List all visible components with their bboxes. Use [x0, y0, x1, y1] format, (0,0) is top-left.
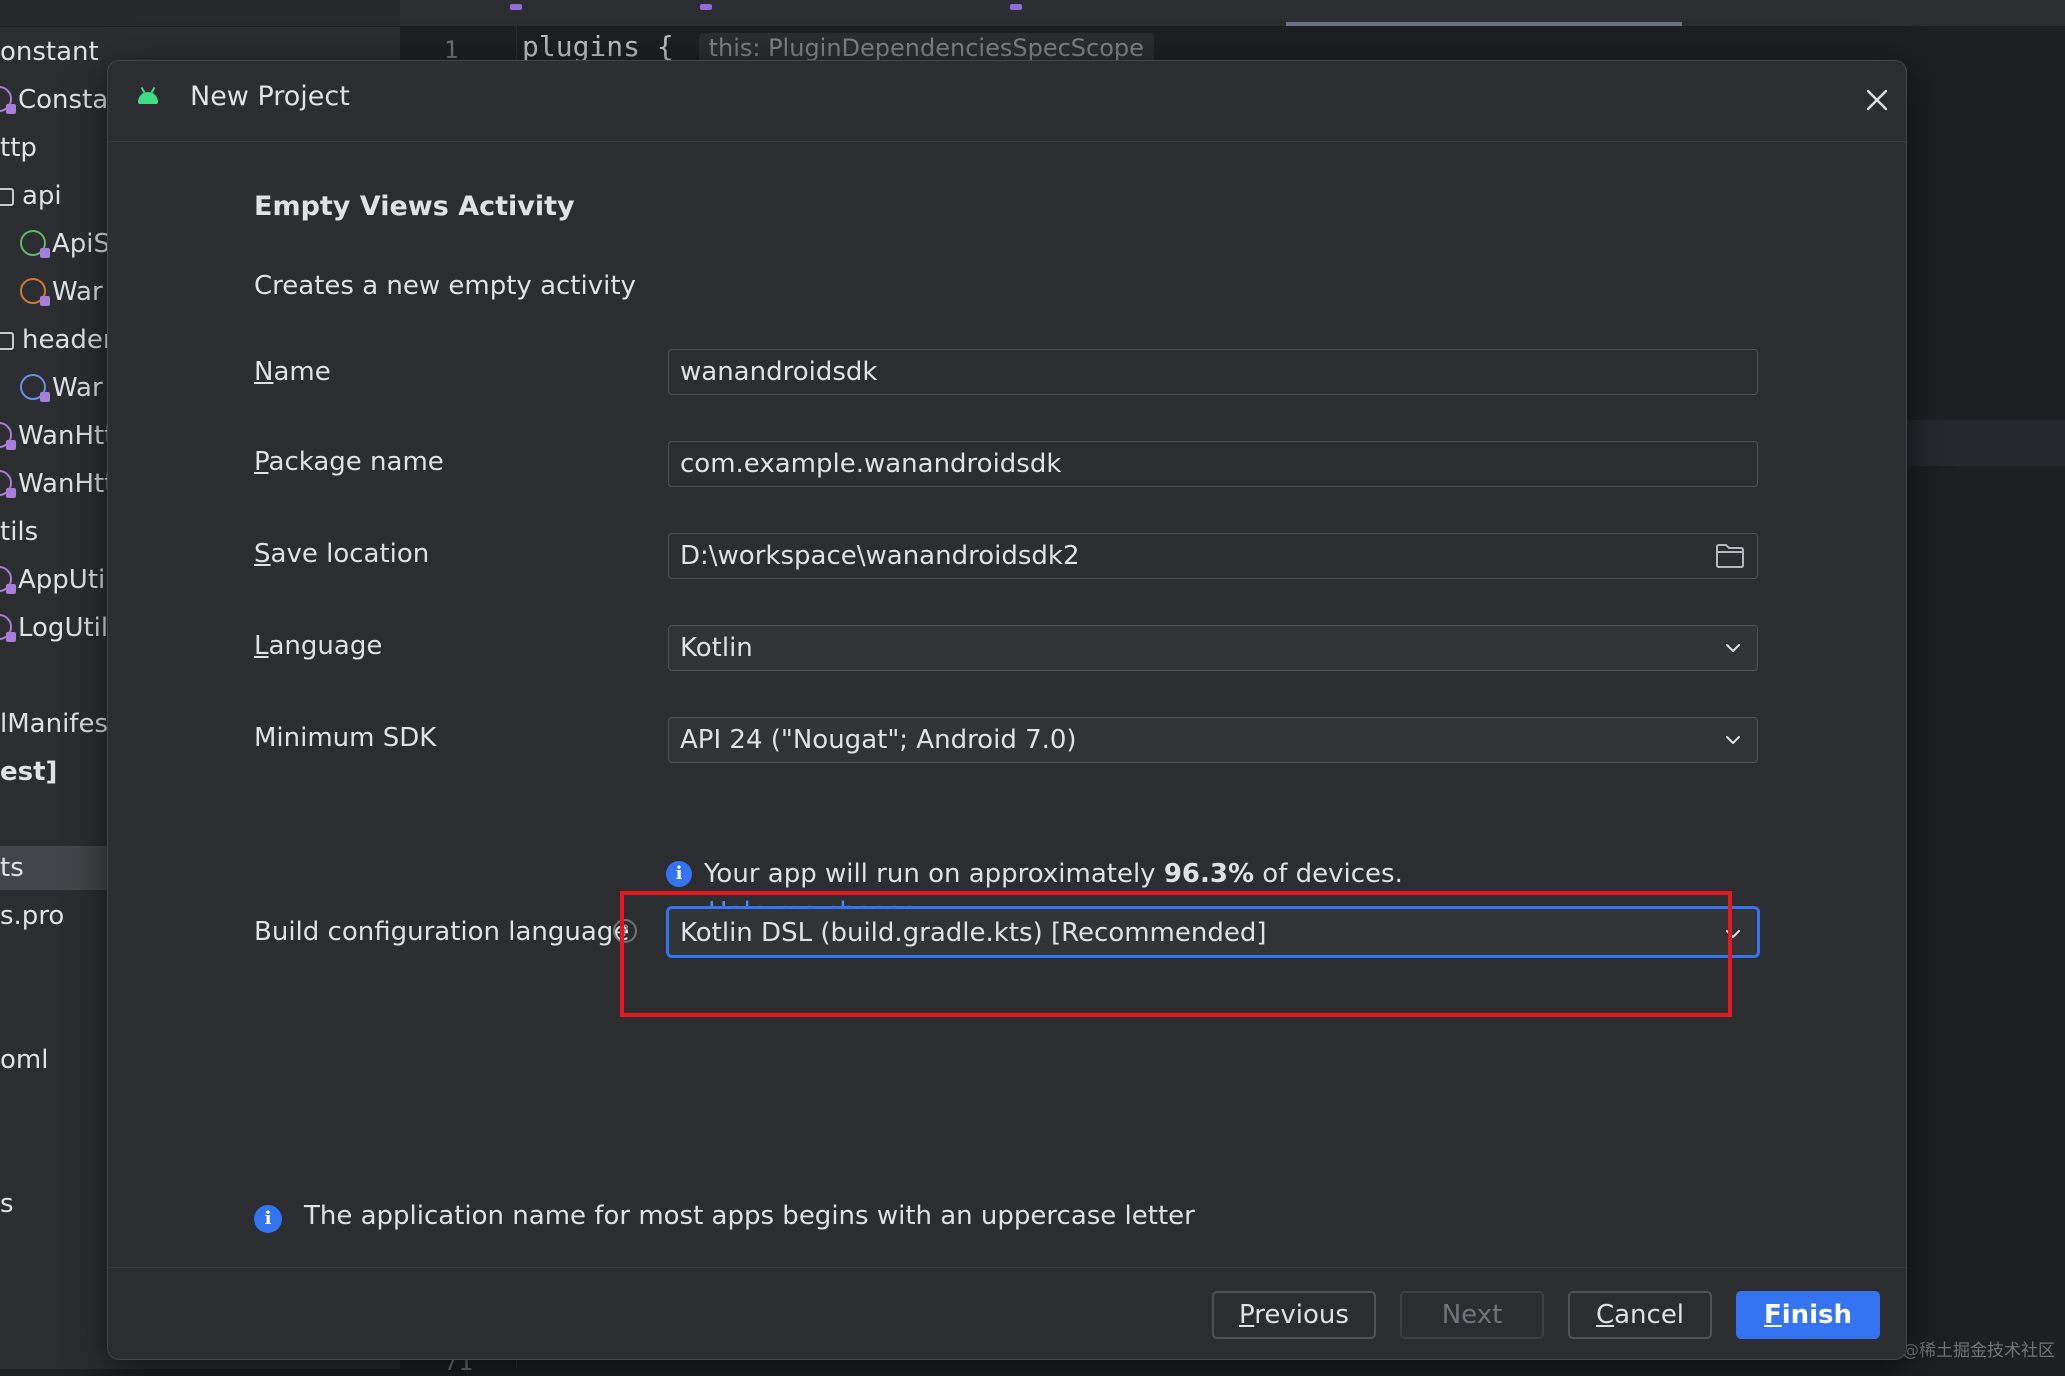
- name-input[interactable]: wanandroidsdk: [668, 349, 1758, 395]
- kotlin-class-icon: [0, 422, 12, 448]
- kotlin-class-icon: [0, 614, 12, 640]
- project-tree-item-label: ApiS: [52, 229, 110, 259]
- name-input-value: wanandroidsdk: [680, 357, 877, 387]
- project-tree-item-label: s.pro: [0, 901, 64, 931]
- project-tree-item[interactable]: lManifest: [0, 702, 118, 746]
- project-tree-item[interactable]: War: [0, 270, 103, 314]
- project-tree-item[interactable]: LogUtil: [0, 606, 108, 650]
- dialog-title: New Project: [190, 81, 350, 112]
- kotlin-class-icon: [20, 278, 46, 304]
- minimum-sdk-label: Minimum SDK: [254, 723, 436, 753]
- build-config-language-label: Build configuration language: [254, 917, 629, 947]
- project-tree-item-label: Consta: [18, 85, 108, 115]
- project-tree-item-label: lManifest: [0, 709, 118, 739]
- minimum-sdk-dropdown[interactable]: API 24 ("Nougat"; Android 7.0): [668, 717, 1758, 763]
- kotlin-class-icon: [0, 566, 12, 592]
- code-line: plugins { this: PluginDependenciesSpecSc…: [522, 30, 1154, 63]
- info-icon: i: [666, 861, 692, 887]
- code-text: plugins {: [522, 30, 674, 63]
- kotlin-class-icon: [0, 86, 12, 112]
- project-tree-item[interactable]: api: [0, 174, 62, 218]
- editor-tab-marker: [1010, 4, 1022, 10]
- project-tree-item[interactable]: ApiS: [0, 222, 110, 266]
- template-title: Empty Views Activity: [254, 191, 575, 222]
- sdk-coverage-percentage: 96.3%: [1164, 859, 1254, 889]
- info-icon: i: [254, 1205, 282, 1233]
- save-location-label: Save location: [254, 539, 429, 569]
- chevron-down-icon: [1723, 640, 1743, 656]
- editor-tab-marker: [700, 4, 712, 10]
- project-tree-item-label: WanHtt: [18, 469, 114, 499]
- project-tree-item[interactable]: s: [0, 1182, 14, 1226]
- project-tree-item[interactable]: War: [0, 366, 103, 410]
- editor-current-line: [1905, 420, 2065, 466]
- cancel-button[interactable]: Cancel: [1568, 1291, 1712, 1339]
- close-icon[interactable]: [1863, 86, 1891, 114]
- kotlin-class-icon: [20, 374, 46, 400]
- project-tree-item[interactable]: est]: [0, 750, 57, 794]
- inlay-hint: this: PluginDependenciesSpecScope: [699, 33, 1154, 63]
- next-button[interactable]: Next: [1400, 1291, 1544, 1339]
- project-tree-item-label: War: [52, 277, 103, 307]
- folder-icon: [0, 188, 14, 206]
- package-name-input-value: com.example.wanandroidsdk: [680, 449, 1061, 479]
- android-icon: [138, 92, 158, 104]
- project-tree-item[interactable]: header: [0, 318, 114, 362]
- language-label: Language: [254, 631, 382, 661]
- editor-tabs-bar: [400, 0, 2065, 26]
- package-name-input[interactable]: com.example.wanandroidsdk: [668, 441, 1758, 487]
- project-tree-item[interactable]: ttp: [0, 126, 37, 170]
- folder-icon[interactable]: [1715, 543, 1745, 569]
- project-tree-item[interactable]: Consta: [0, 78, 108, 122]
- project-tree-item-label: header: [22, 325, 114, 355]
- project-tree-item[interactable]: tils: [0, 510, 38, 554]
- project-tree-item-label: oml: [0, 1045, 48, 1075]
- project-tree-item[interactable]: onstant: [0, 30, 99, 74]
- project-tree-item[interactable]: AppUtil: [0, 558, 112, 602]
- kotlin-class-icon: [0, 470, 12, 496]
- project-tree-item[interactable]: s.pro: [0, 894, 64, 938]
- sdk-coverage-text: Your app will run on approximately 96.3%…: [704, 859, 1403, 889]
- package-name-label: Package name: [254, 447, 444, 477]
- project-tree-item-label: LogUtil: [18, 613, 108, 643]
- language-dropdown[interactable]: Kotlin: [668, 625, 1758, 671]
- watermark: @稀土掘金技术社区: [1902, 1336, 2055, 1361]
- project-tree-item-label: ttp: [0, 133, 37, 163]
- project-tree-item-label: tils: [0, 517, 38, 547]
- project-tree-item-label: AppUtil: [18, 565, 112, 595]
- finish-button[interactable]: Finish: [1736, 1291, 1880, 1339]
- active-tab-indicator: [1286, 22, 1682, 26]
- dialog-footer-separator: [108, 1267, 1906, 1268]
- name-label: Name: [254, 357, 331, 387]
- language-selected-value: Kotlin: [680, 633, 753, 663]
- project-tree-header: [0, 0, 400, 27]
- project-tree-item-label: est]: [0, 757, 57, 787]
- project-tree-item[interactable]: WanHtt: [0, 414, 114, 458]
- new-project-dialog: New Project Empty Views Activity Creates…: [107, 60, 1907, 1360]
- save-location-input-value: D:\workspace\wanandroidsdk2: [680, 541, 1079, 571]
- project-tree-item-label: ts: [0, 853, 24, 883]
- validation-info-text: The application name for most apps begin…: [304, 1201, 1195, 1231]
- folder-icon: [0, 332, 14, 350]
- project-tree-item-label: War: [52, 373, 103, 403]
- project-tree-item-label: onstant: [0, 37, 99, 67]
- project-tree-item[interactable]: oml: [0, 1038, 48, 1082]
- project-tree-item-label: s: [0, 1189, 14, 1219]
- chevron-down-icon: [1723, 732, 1743, 748]
- minimum-sdk-selected-value: API 24 ("Nougat"; Android 7.0): [680, 725, 1077, 755]
- save-location-input[interactable]: D:\workspace\wanandroidsdk2: [668, 533, 1758, 579]
- project-tree-item-label: WanHtt: [18, 421, 114, 451]
- kotlin-interface-icon: [20, 230, 46, 256]
- project-tree-item-label: api: [22, 181, 62, 211]
- editor-tab-marker: [510, 4, 522, 10]
- previous-button[interactable]: Previous: [1212, 1291, 1376, 1339]
- template-description: Creates a new empty activity: [254, 271, 636, 301]
- project-tree-item[interactable]: WanHtt: [0, 462, 114, 506]
- dialog-header: New Project: [108, 61, 1906, 142]
- annotation-highlight-box: [620, 891, 1732, 1017]
